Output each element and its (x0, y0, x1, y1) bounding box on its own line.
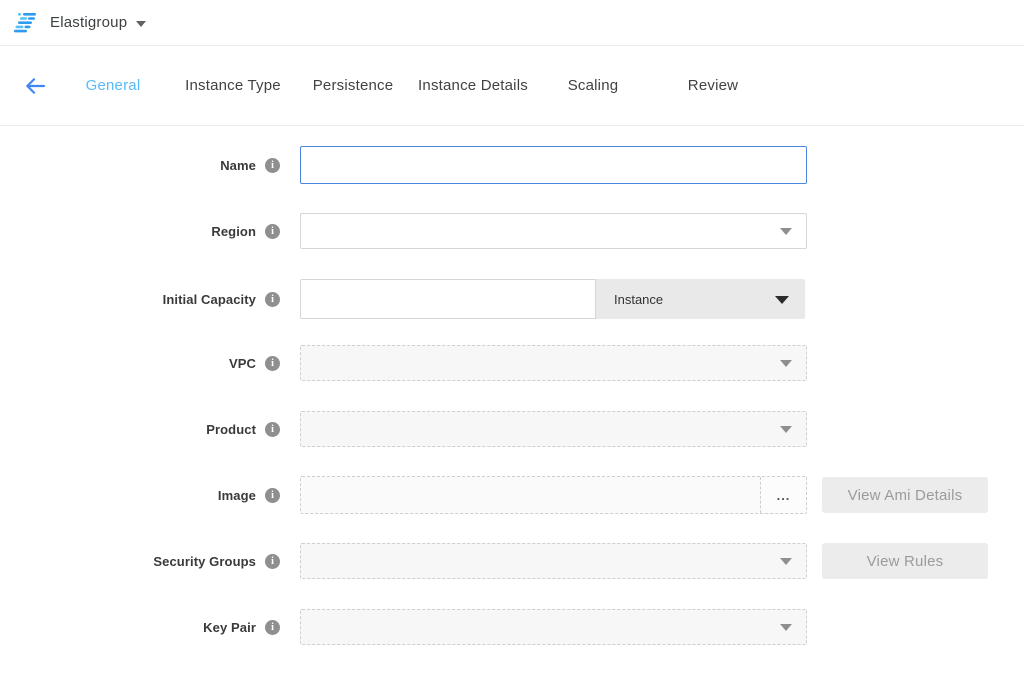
wizard-tabs: General Instance Type Persistence Instan… (53, 77, 773, 94)
capacity-unit-select[interactable]: Instance (596, 279, 805, 319)
name-row: Name i (0, 147, 1024, 183)
top-app-bar: Elastigroup (0, 0, 1024, 46)
key-pair-label: Key Pair (203, 620, 256, 635)
region-select[interactable] (300, 213, 807, 249)
tab-persistence[interactable]: Persistence (293, 77, 413, 94)
security-groups-row: Security Groups i View Rules (0, 543, 1024, 579)
region-row: Region i (0, 213, 1024, 249)
view-rules-button[interactable]: View Rules (822, 543, 988, 579)
region-info-icon[interactable]: i (265, 224, 280, 239)
image-value (301, 477, 760, 513)
security-groups-select (300, 543, 807, 579)
tab-instance-type[interactable]: Instance Type (173, 77, 293, 94)
image-browse-button[interactable]: ... (760, 477, 806, 513)
security-groups-info-icon[interactable]: i (265, 554, 280, 569)
product-row: Product i (0, 411, 1024, 447)
wizard-tab-bar: General Instance Type Persistence Instan… (0, 46, 1024, 126)
image-label: Image (218, 488, 256, 503)
key-pair-select (300, 609, 807, 645)
chevron-down-icon (775, 296, 789, 304)
product-info-icon[interactable]: i (265, 422, 280, 437)
image-row: Image i ... View Ami Details (0, 477, 1024, 513)
vpc-label: VPC (229, 356, 256, 371)
product-label: Product (206, 422, 256, 437)
product-select (300, 411, 807, 447)
app-switcher-caret-icon[interactable] (136, 21, 146, 27)
image-info-icon[interactable]: i (265, 488, 280, 503)
chevron-down-icon (780, 228, 792, 235)
initial-capacity-row: Initial Capacity i Instance (0, 279, 1024, 319)
key-pair-info-icon[interactable]: i (265, 620, 280, 635)
name-input[interactable] (300, 146, 807, 184)
vpc-info-icon[interactable]: i (265, 356, 280, 371)
tab-review[interactable]: Review (653, 77, 773, 94)
back-button[interactable] (17, 77, 53, 95)
chevron-down-icon (780, 624, 792, 631)
key-pair-row: Key Pair i (0, 609, 1024, 645)
chevron-down-icon (780, 360, 792, 367)
vpc-row: VPC i (0, 345, 1024, 381)
name-label: Name (220, 158, 256, 173)
initial-capacity-label: Initial Capacity (163, 292, 256, 307)
region-label: Region (211, 224, 256, 239)
chevron-down-icon (780, 426, 792, 433)
view-ami-details-button[interactable]: View Ami Details (822, 477, 988, 513)
initial-capacity-input[interactable] (300, 279, 596, 319)
capacity-unit-value: Instance (614, 292, 663, 307)
initial-capacity-info-icon[interactable]: i (265, 292, 280, 307)
image-field: ... (300, 476, 807, 514)
tab-scaling[interactable]: Scaling (533, 77, 653, 94)
elastigroup-logo-icon (14, 11, 40, 35)
vpc-select (300, 345, 807, 381)
tab-instance-details[interactable]: Instance Details (413, 77, 533, 94)
tab-general[interactable]: General (53, 77, 173, 94)
general-settings-form: Name i Region i Initial Capacity i (0, 126, 1024, 645)
security-groups-label: Security Groups (153, 554, 256, 569)
arrow-left-icon (24, 77, 46, 95)
name-info-icon[interactable]: i (265, 158, 280, 173)
chevron-down-icon (780, 558, 792, 565)
app-name: Elastigroup (50, 14, 127, 31)
